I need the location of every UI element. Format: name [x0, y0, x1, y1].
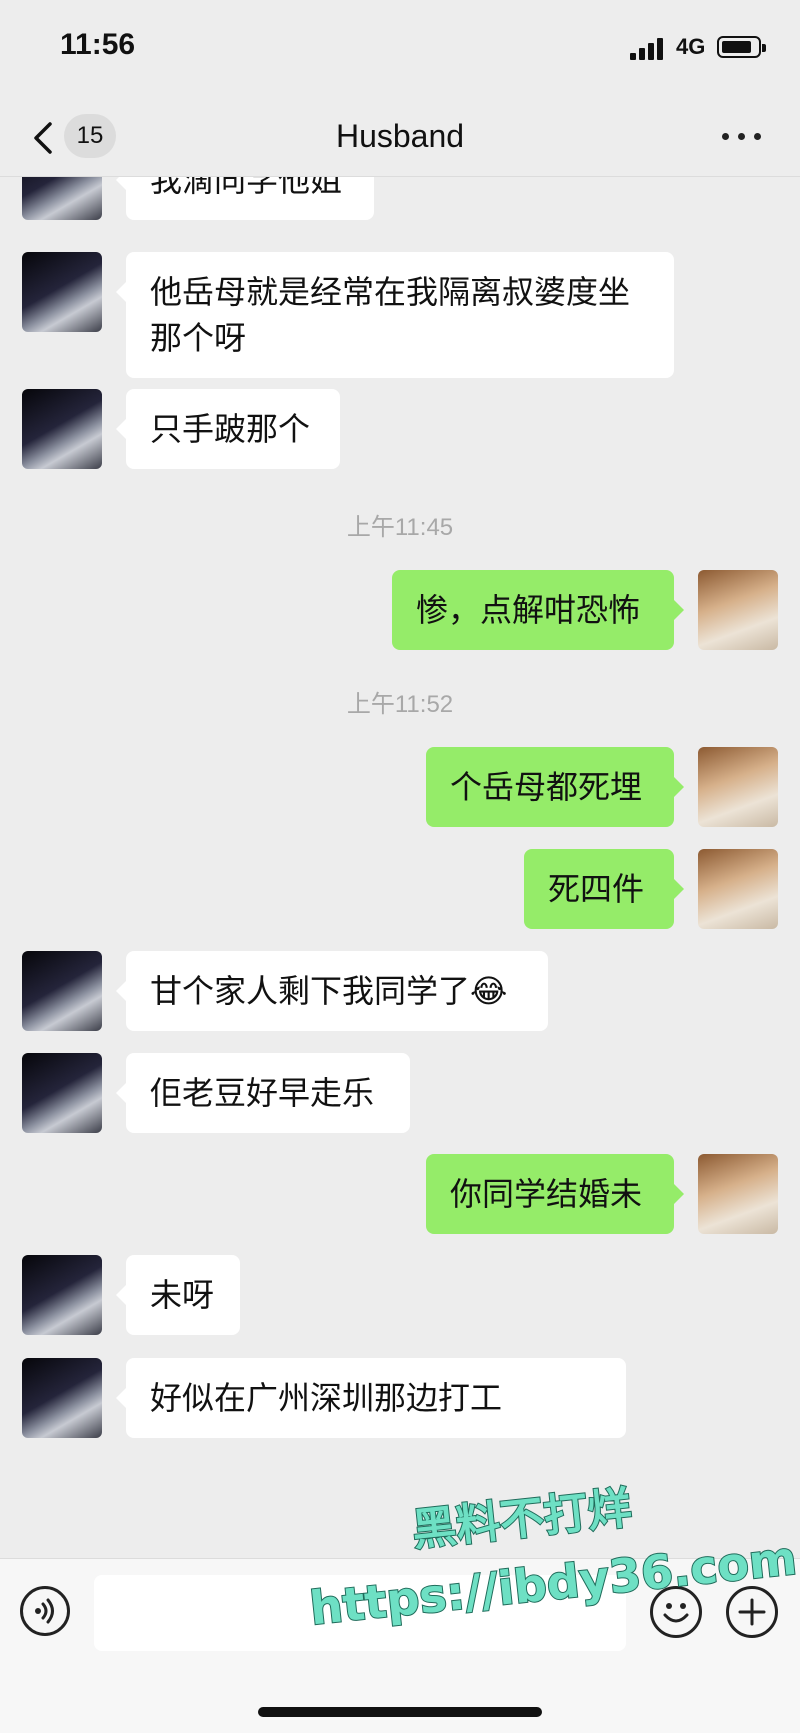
contact-avatar[interactable] [22, 951, 102, 1031]
battery-level [722, 41, 751, 53]
message-text: 好似在广州深圳那边打工 [150, 1379, 503, 1417]
contact-avatar[interactable] [22, 252, 102, 332]
incoming-message-bubble[interactable]: 他岳母就是经常在我隔离叔婆度坐 那个呀 [116, 252, 674, 378]
my-avatar[interactable] [698, 849, 778, 929]
input-bar [0, 1558, 800, 1733]
status-bar: 11:56 4G [0, 0, 800, 100]
contact-avatar[interactable] [22, 1255, 102, 1335]
outgoing-message-bubble[interactable]: 死四件 [524, 849, 684, 929]
battery-tip [762, 44, 766, 52]
more-dots-icon[interactable] [720, 124, 764, 148]
message-text: 我滴同学他姐 [150, 177, 343, 199]
message-text: 他岳母就是经常在我隔离叔婆度坐 那个呀 [150, 273, 631, 357]
timestamp: 上午11:45 [346, 514, 454, 541]
message-input[interactable] [94, 1575, 626, 1651]
timestamp: 上午11:52 [346, 691, 454, 718]
message-text: 个岳母都死埋 [450, 768, 643, 806]
message-text: 死四件 [548, 870, 645, 908]
network-type: 4G [676, 34, 706, 59]
outgoing-message-bubble[interactable]: 个岳母都死埋 [426, 747, 684, 827]
chat-header: 15 Husband [0, 100, 800, 177]
message-text: 甘个家人剩下我同学了 [150, 972, 471, 1010]
contact-avatar[interactable] [22, 389, 102, 469]
message-list[interactable]: 我滴同学他姐他岳母就是经常在我隔离叔婆度坐 那个呀只手跛那个上午11:45 惨，点… [0, 177, 800, 1558]
my-avatar[interactable] [698, 570, 778, 650]
outgoing-message-bubble[interactable]: 你同学结婚未 [426, 1154, 684, 1234]
message-text: 未呀 [150, 1276, 215, 1314]
incoming-message-bubble[interactable]: 只手跛那个 [116, 389, 340, 469]
message-text: 你同学结婚未 [450, 1175, 643, 1213]
incoming-message-bubble[interactable]: 佢老豆好早走乐 [116, 1053, 410, 1133]
voice-icon[interactable] [20, 1586, 70, 1636]
message-text: 只手跛那个 [150, 410, 311, 448]
laughing-emoji-icon: 😂 [470, 972, 508, 1010]
my-avatar[interactable] [698, 1154, 778, 1234]
message-text: 惨，点解咁恐怖 [416, 591, 641, 629]
battery-icon [717, 36, 766, 58]
message-text: 佢老豆好早走乐 [150, 1074, 375, 1112]
outgoing-message-bubble[interactable]: 惨，点解咁恐怖 [392, 570, 684, 650]
contact-avatar[interactable] [22, 177, 102, 220]
incoming-message-bubble[interactable]: 我滴同学他姐 [116, 177, 374, 220]
status-time: 11:56 [60, 28, 136, 61]
contact-avatar[interactable] [22, 1358, 102, 1438]
chat-title: Husband [335, 118, 465, 154]
contact-avatar[interactable] [22, 1053, 102, 1133]
incoming-message-bubble[interactable]: 甘个家人剩下我同学了😂 [116, 951, 548, 1031]
incoming-message-bubble[interactable]: 未呀 [116, 1255, 240, 1335]
home-indicator [258, 1707, 542, 1717]
plus-icon[interactable] [726, 1586, 778, 1638]
signal-icon [630, 38, 666, 60]
my-avatar[interactable] [698, 747, 778, 827]
incoming-message-bubble[interactable]: 好似在广州深圳那边打工 [116, 1358, 626, 1438]
emoji-icon[interactable] [650, 1586, 702, 1638]
